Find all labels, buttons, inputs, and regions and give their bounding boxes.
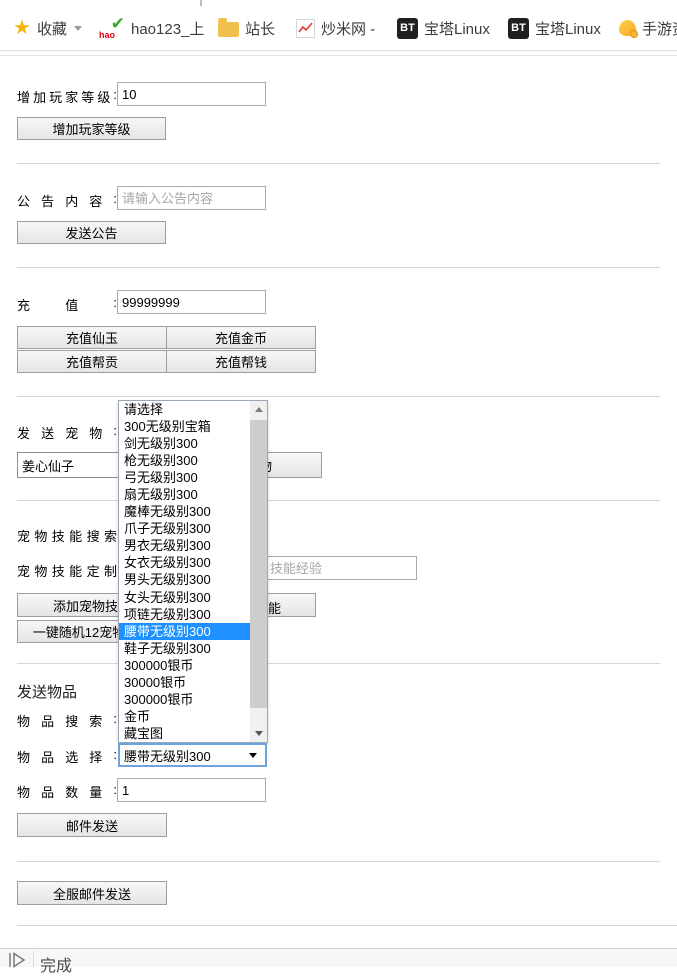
scroll-up-arrow-icon[interactable] [250,401,267,418]
hao123-icon: ✔ hao [99,16,125,40]
status-divider [33,951,34,968]
pet-skill-custom-label: 宠物技能定制: [17,561,125,580]
item-quantity-label: 物品数量: [17,782,117,801]
item-select-value: 腰带无级别300 [124,746,211,765]
bookmark-favorites[interactable]: ★ 收藏 [13,6,82,50]
divider [17,663,660,664]
recharge-label: 充值: [17,295,117,314]
pet-select-value: 姜心仙子 [22,456,74,475]
folder-icon [218,22,239,37]
bookmark-chaomiwang[interactable]: 炒米网 - [296,6,375,50]
announcement-input[interactable] [117,186,266,210]
item-select-label: 物品选择: [17,747,117,766]
bookmarks-bar: ★ 收藏 ✔ hao hao123_上 站长 炒米网 - BT 宝塔Linux … [0,6,677,51]
dropdown-option[interactable]: 300无级别宝箱 [119,418,250,435]
dropdown-option[interactable]: 枪无级别300 [119,452,250,469]
dropdown-option[interactable]: 剑无级别300 [119,435,250,452]
status-text: 完成 [40,952,72,976]
dropdown-option[interactable]: 扇无级别300 [119,486,250,503]
dropdown-option[interactable]: 女衣无级别300 [119,554,250,571]
recharge-amount-input[interactable] [117,290,266,314]
dropdown-option[interactable]: 男头无级别300 [119,571,250,588]
pet-skill-secondary-button-text: 能 [268,598,281,617]
divider [17,861,660,862]
dropdown-options: 请选择300无级别宝箱剑无级别300枪无级别300弓无级别300扇无级别300魔… [119,401,250,742]
bookmark-label: 收藏 [37,18,67,39]
all-server-mail-button[interactable]: 全服邮件发送 [17,881,167,905]
scroll-down-arrow-icon[interactable] [250,725,267,742]
dropdown-option[interactable]: 请选择 [119,401,250,418]
caret-down-icon [74,26,82,31]
star-icon: ★ [13,18,31,38]
item-search-label: 物品搜索: [17,711,117,730]
status-bar: 完成 [0,948,677,967]
recharge-gold-button[interactable]: 充值金币 [166,326,316,349]
mail-send-button[interactable]: 邮件发送 [17,813,167,837]
dropdown-option[interactable]: 项链无级别300 [119,606,250,623]
dropdown-option[interactable]: 藏宝图 [119,725,250,742]
dropdown-option[interactable]: 爪子无级别300 [119,520,250,537]
bookmark-label: 手游资 [642,18,677,39]
dropdown-scrollbar[interactable] [250,401,267,742]
add-level-input[interactable] [117,82,266,106]
item-quantity-input[interactable] [117,778,266,802]
dropdown-option[interactable]: 弓无级别300 [119,469,250,486]
dropdown-option[interactable]: 魔棒无级别300 [119,503,250,520]
skill-exp-input[interactable] [265,556,417,580]
add-level-button[interactable]: 增加玩家等级 [17,117,166,140]
bookmark-label: hao123_上 [131,18,204,39]
run-play-icon [8,952,28,968]
dropdown-option[interactable]: 鞋子无级别300 [119,640,250,657]
bookmark-hao123[interactable]: ✔ hao hao123_上 [99,6,204,50]
chevron-down-icon [249,753,257,758]
send-pet-label: 发送宠物: [17,423,117,442]
dropdown-option[interactable]: 腰带无级别300 [119,623,250,640]
add-level-label: 增加玩家等级: [17,87,117,106]
dropdown-option[interactable]: 男衣无级别300 [119,537,250,554]
divider [17,396,660,397]
send-item-heading: 发送物品 [17,681,77,702]
announcement-label: 公告内容: [17,191,117,210]
pet-skill-search-label: 宠物技能搜索: [17,526,125,545]
divider [17,163,660,164]
trophy-icon [619,20,636,36]
dropdown-option[interactable]: 女头无级别300 [119,589,250,606]
baota-bt-icon: BT [397,18,418,39]
recharge-xianyu-button[interactable]: 充值仙玉 [17,326,167,349]
recharge-bangqian-button[interactable]: 充值帮钱 [166,350,316,373]
bookmark-label: 炒米网 - [321,18,375,39]
content-top-border [0,55,677,56]
bookmark-label: 站长 [245,18,275,39]
item-dropdown-list: 请选择300无级别宝箱剑无级别300枪无级别300弓无级别300扇无级别300魔… [118,400,268,743]
bookmark-shouyou[interactable]: 手游资 [619,6,677,50]
bookmark-label: 宝塔Linux [535,18,601,39]
divider [17,925,677,926]
bookmark-baota-2[interactable]: BT 宝塔Linux [508,6,601,50]
baota-bt-icon: BT [508,18,529,39]
bookmark-baota-1[interactable]: BT 宝塔Linux [397,6,490,50]
bookmark-label: 宝塔Linux [424,18,490,39]
divider [17,500,660,501]
divider [17,267,660,268]
stock-chart-icon [296,19,315,38]
item-select[interactable]: 腰带无级别300 [118,743,267,767]
dropdown-option[interactable]: 30000银币 [119,674,250,691]
send-announcement-button[interactable]: 发送公告 [17,221,166,244]
dropdown-option[interactable]: 金币 [119,708,250,725]
scrollbar-thumb[interactable] [250,420,267,708]
bookmark-zhanzhang[interactable]: 站长 [218,6,275,50]
recharge-banggong-button[interactable]: 充值帮贡 [17,350,167,373]
dropdown-option[interactable]: 300000银币 [119,657,250,674]
dropdown-option[interactable]: 300000银币 [119,691,250,708]
